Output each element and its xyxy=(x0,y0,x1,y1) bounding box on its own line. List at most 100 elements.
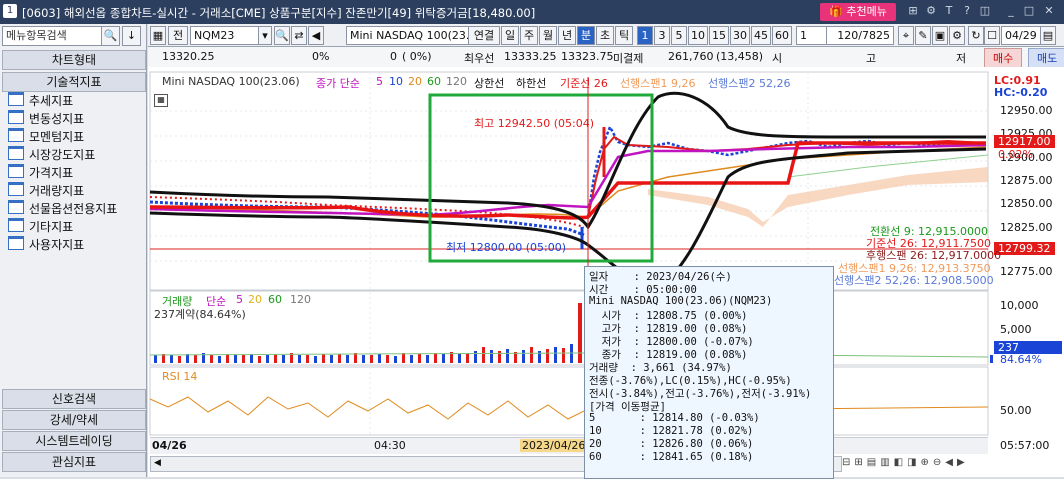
tree-item-trend[interactable]: 추세지표 xyxy=(8,92,73,110)
price-legend-span2: 선행스팬2 52,26 xyxy=(708,77,791,90)
scroll-left-icon[interactable]: ◀ xyxy=(154,458,161,468)
watch-indicator-button[interactable]: 관심지표 xyxy=(2,452,146,472)
volume-legend-20: 20 xyxy=(248,293,262,306)
period-continuous[interactable]: 연결 xyxy=(468,26,500,45)
period-year[interactable]: 년 xyxy=(558,26,576,45)
tooltip-line: Mini NASDAQ 100(23.06)(NQM23) xyxy=(589,295,773,307)
crosshair-icon[interactable]: ⌖ xyxy=(898,26,914,45)
zoom-toolbar[interactable]: ⊟⊞▤▥◧◨⊕⊖◀▶ xyxy=(842,457,1060,471)
system-trading-button[interactable]: 시스템트레이딩 xyxy=(2,431,146,451)
tree-item-momentum[interactable]: 모멘텀지표 xyxy=(8,128,84,146)
open-interest: 261,760 xyxy=(668,50,714,63)
signal-search-button[interactable]: 신호검색 xyxy=(2,389,146,409)
tree-item-user[interactable]: 사용자지표 xyxy=(8,236,84,254)
interval-1[interactable]: 1 xyxy=(637,26,653,45)
tree-item-volume[interactable]: 거래량지표 xyxy=(8,182,84,200)
y-tick: 12825.00 xyxy=(1000,221,1053,234)
gear-icon[interactable]: ⚙ xyxy=(949,26,965,45)
dropdown-icon[interactable]: ▾ xyxy=(258,26,272,45)
tree-item-label: 가격지표 xyxy=(29,166,74,180)
y-tick: 12775.00 xyxy=(1000,265,1053,278)
folder-icon xyxy=(8,92,24,106)
x-label-cursor: 2023/04/26 xyxy=(520,439,588,452)
volume-legend-5: 5 xyxy=(236,293,243,306)
page-count: 120/7825 xyxy=(826,26,894,45)
capture-icon[interactable]: ◫ xyxy=(978,4,992,18)
close-icon[interactable]: ✕ xyxy=(1042,4,1056,18)
interval-10[interactable]: 10 xyxy=(688,26,708,45)
x-label-time: 04:30 xyxy=(374,439,406,452)
link-icon[interactable]: ⊞ xyxy=(906,4,920,18)
price-legend-ma5: 5 xyxy=(376,75,383,88)
search-icon[interactable]: 🔍 xyxy=(101,26,120,46)
tree-item-volatility[interactable]: 변동성지표 xyxy=(8,110,84,128)
refresh-icon[interactable]: ↻ xyxy=(968,26,984,45)
interval-select[interactable]: 1 xyxy=(796,26,830,45)
tree-item-label: 시장강도지표 xyxy=(29,148,96,162)
interval-5[interactable]: 5 xyxy=(671,26,687,45)
speaker-icon[interactable]: ◀ xyxy=(308,26,324,45)
symbol-input[interactable]: NQM23 xyxy=(190,26,260,45)
interval-60[interactable]: 60 xyxy=(772,26,792,45)
all-label[interactable]: 전 xyxy=(168,26,188,45)
maximize-icon[interactable]: □ xyxy=(1022,4,1036,18)
table-icon[interactable]: ▦ xyxy=(154,94,168,107)
calendar-icon[interactable]: ▤ xyxy=(1040,26,1056,45)
help-icon[interactable]: ? xyxy=(960,4,974,18)
pen-icon[interactable]: ✎ xyxy=(915,26,931,45)
interval-45[interactable]: 45 xyxy=(751,26,771,45)
interval-3[interactable]: 3 xyxy=(654,26,670,45)
settings-icon[interactable]: ⚙ xyxy=(924,4,938,18)
period-month[interactable]: 월 xyxy=(539,26,557,45)
tree-item-label: 추세지표 xyxy=(29,94,74,108)
compare-icon[interactable]: ⇄ xyxy=(291,26,307,45)
recommend-menu-button[interactable]: 🎁 추천메뉴 xyxy=(820,3,896,21)
menu-search-input[interactable]: 메뉴항목검색 xyxy=(2,26,103,46)
tree-item-price[interactable]: 가격지표 xyxy=(8,164,73,182)
checkbox-icon[interactable]: ☐ xyxy=(984,26,1000,45)
folder-icon xyxy=(8,146,24,160)
period-minute[interactable]: 분 xyxy=(577,26,595,45)
tree-item-other[interactable]: 기타지표 xyxy=(8,218,73,236)
volume-y-tick: 10,000 xyxy=(1000,299,1039,312)
strength-button[interactable]: 강세/약세 xyxy=(2,410,146,430)
tree-item-label: 사용자지표 xyxy=(29,238,85,252)
tree-item-futures[interactable]: 선물옵션전용지표 xyxy=(8,200,117,218)
pin-icon[interactable]: T xyxy=(942,4,956,18)
period-second[interactable]: 초 xyxy=(596,26,614,45)
left-panel: 메뉴항목검색 🔍 ↓ 차트형태 기술적지표 추세지표 변동성지표 모멘텀지표 시… xyxy=(0,24,147,477)
price-legend-ma120: 120 xyxy=(446,75,467,88)
search-icon[interactable]: 🔍 xyxy=(274,26,290,45)
save-icon[interactable]: ▣ xyxy=(932,26,948,45)
product-name: Mini NASDAQ 100(23.0 xyxy=(346,26,470,45)
grid-icon[interactable]: ▦ xyxy=(150,26,166,45)
tree-item-label: 선물옵션전용지표 xyxy=(29,202,118,216)
x-label-date: 04/26 xyxy=(152,439,187,452)
minimize-icon[interactable]: _ xyxy=(1004,4,1018,18)
quote-bar: 13320.25 0% 0 ( 0%) 최우선 13333.25 13323.7… xyxy=(148,47,1064,68)
date-input[interactable]: 04/29 xyxy=(1001,26,1041,45)
price-legend-ma60: 60 xyxy=(427,75,441,88)
folder-icon xyxy=(8,164,24,178)
indicator-header[interactable]: 기술적지표 xyxy=(2,72,146,92)
gift-icon: 🎁 xyxy=(829,5,843,18)
interval-30[interactable]: 30 xyxy=(730,26,750,45)
volume-current-pct: 84.64% xyxy=(1000,353,1042,366)
interval-15[interactable]: 15 xyxy=(709,26,729,45)
rsi-y-tick: 50.00 xyxy=(1000,404,1032,417)
folder-icon xyxy=(8,182,24,196)
sell-button[interactable]: 매도 xyxy=(1028,48,1064,68)
period-week[interactable]: 주 xyxy=(520,26,538,45)
tree-item-strength[interactable]: 시장강도지표 xyxy=(8,146,95,164)
period-day[interactable]: 일 xyxy=(501,26,519,45)
chart-type-header[interactable]: 차트형태 xyxy=(2,50,146,70)
open-interest-label: 미결제 xyxy=(613,52,644,65)
period-tick[interactable]: 틱 xyxy=(615,26,633,45)
change-pct: 0% xyxy=(312,50,330,63)
tree-item-label: 거래량지표 xyxy=(29,184,85,198)
buy-button[interactable]: 매수 xyxy=(984,48,1023,68)
volume-pct: ( 0%) xyxy=(402,50,432,63)
arrow-down-icon[interactable]: ↓ xyxy=(122,26,141,46)
price-legend-ma20: 20 xyxy=(408,75,422,88)
price-legend-ma10: 10 xyxy=(389,75,403,88)
